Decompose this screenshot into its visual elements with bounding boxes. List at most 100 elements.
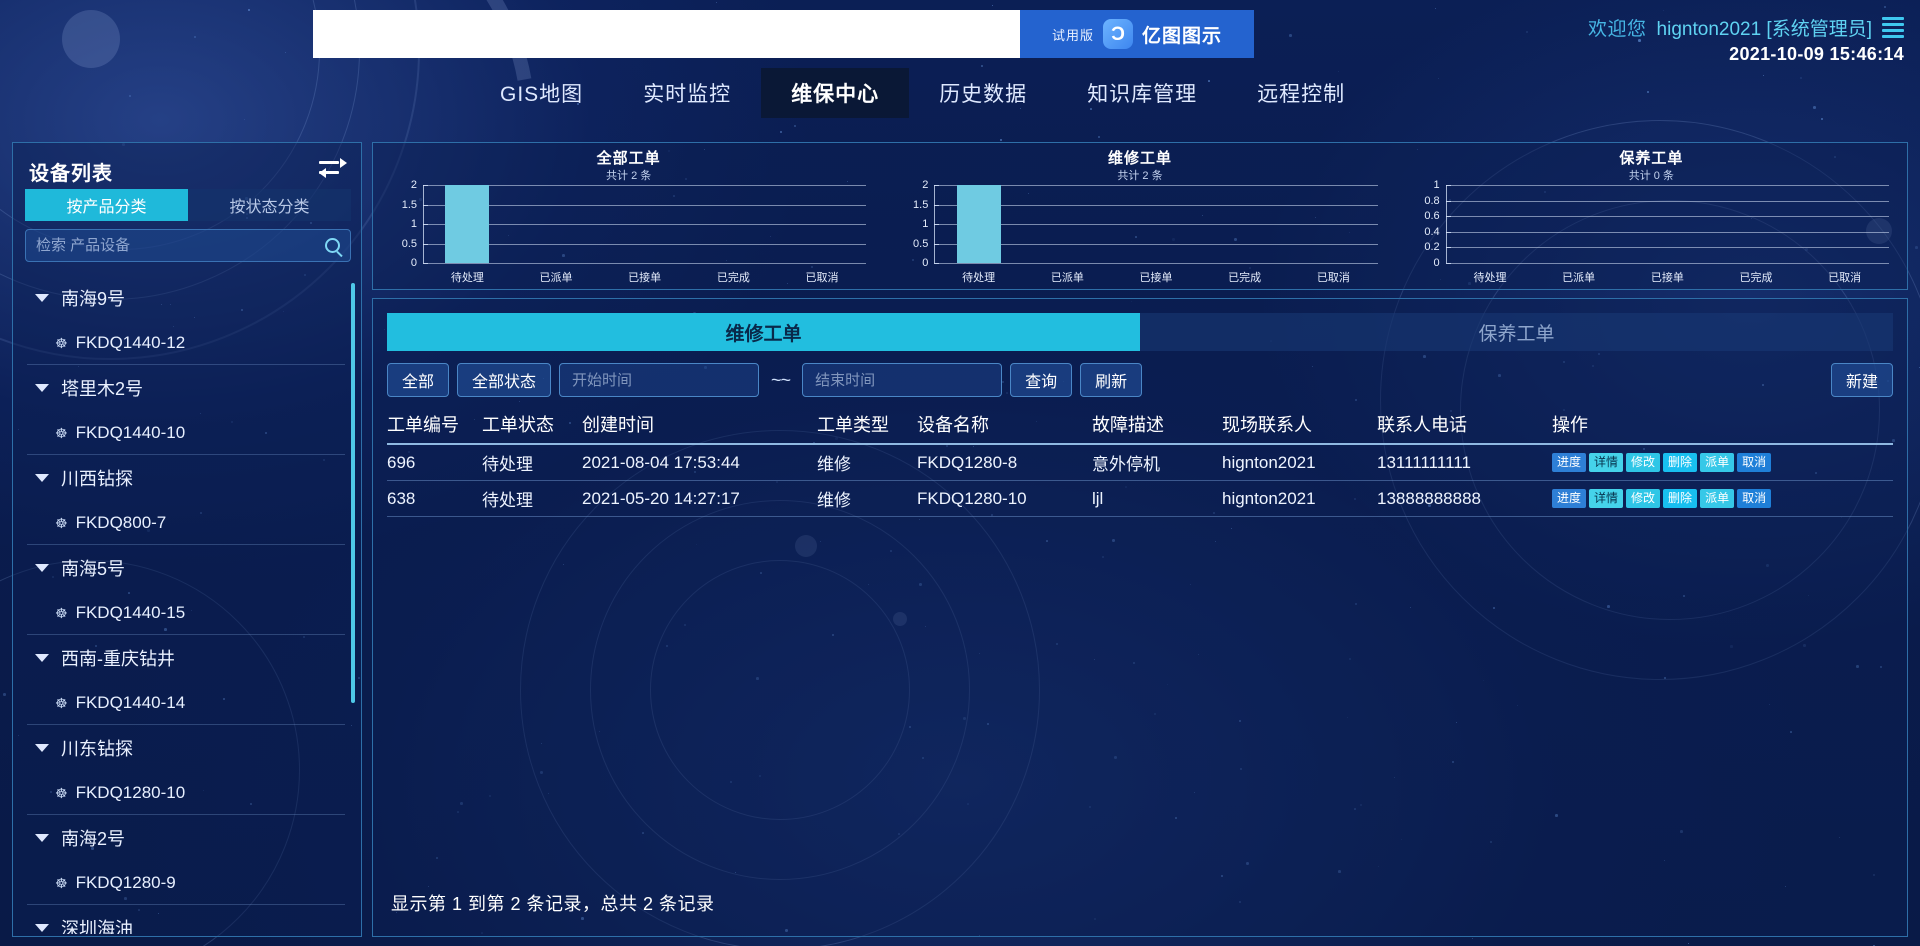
cell-created: 2021-08-04 17:53:44 xyxy=(582,444,817,481)
sidebar-tab-0[interactable]: 按产品分类 xyxy=(25,189,188,221)
chart-bars xyxy=(934,185,1377,263)
chart-x-tick-label: 已派单 xyxy=(1023,269,1112,285)
table-column-header: 创建时间 xyxy=(582,409,817,444)
nav-item-3[interactable]: 历史数据 xyxy=(909,68,1057,118)
action-button-2[interactable]: 修改 xyxy=(1626,489,1660,508)
sidebar-scrollbar[interactable] xyxy=(351,283,355,703)
chart-x-tick-label: 已完成 xyxy=(1200,269,1289,285)
table-column-header: 工单类型 xyxy=(817,409,917,444)
search-icon[interactable] xyxy=(325,238,340,253)
charts-row: 全部工单共计 2 条00.511.52待处理已派单已接单已完成已取消维修工单共计… xyxy=(373,143,1907,289)
device-item[interactable]: ☸FKDQ1440-14 xyxy=(27,681,345,725)
work-order-table: 工单编号工单状态创建时间工单类型设备名称故障描述现场联系人联系人电话操作 696… xyxy=(387,409,1893,517)
device-group-header-3[interactable]: 南海5号 xyxy=(27,545,345,591)
device-item[interactable]: ☸FKDQ1280-9 xyxy=(27,861,345,905)
start-time-input[interactable] xyxy=(572,372,746,389)
row-action-buttons: 进度详情修改删除派单取消 xyxy=(1552,489,1893,508)
device-node-icon: ☸ xyxy=(55,336,68,350)
chart-y-tick-label: 0.5 xyxy=(913,238,934,250)
device-group-header-0[interactable]: 南海9号 xyxy=(27,275,345,321)
device-item[interactable]: ☸FKDQ1440-15 xyxy=(27,591,345,635)
chart-y-tick-label: 1 xyxy=(411,218,423,230)
chart-x-tick-label: 已完成 xyxy=(689,269,778,285)
nav-item-5[interactable]: 远程控制 xyxy=(1227,68,1375,118)
action-button-3[interactable]: 删除 xyxy=(1663,489,1697,508)
table-column-header: 故障描述 xyxy=(1092,409,1222,444)
sidebar-tab-1[interactable]: 按状态分类 xyxy=(188,189,351,221)
device-group-header-2[interactable]: 川西钻探 xyxy=(27,455,345,501)
action-button-1[interactable]: 详情 xyxy=(1589,489,1623,508)
action-button-5[interactable]: 取消 xyxy=(1737,453,1771,472)
datetime-label: 2021-10-09 15:46:14 xyxy=(1588,44,1904,65)
nav-item-2[interactable]: 维保中心 xyxy=(761,68,909,118)
nav-item-1[interactable]: 实时监控 xyxy=(613,68,761,118)
main-nav: GIS地图实时监控维保中心历史数据知识库管理 远程控制 xyxy=(0,68,1920,118)
chart-y-tick-label: 1.5 xyxy=(913,199,934,211)
device-item[interactable]: ☸FKDQ1280-10 xyxy=(27,771,345,815)
action-button-4[interactable]: 派单 xyxy=(1700,489,1734,508)
cell-no: 638 xyxy=(387,481,482,517)
chart-bars xyxy=(1446,185,1889,263)
device-tree: 南海9号☸FKDQ1440-12塔里木2号☸FKDQ1440-10川西钻探☸FK… xyxy=(13,275,361,934)
device-item-label: FKDQ1280-10 xyxy=(76,783,186,803)
device-group-header-7[interactable]: 深圳海油 xyxy=(27,905,345,934)
action-button-0[interactable]: 进度 xyxy=(1552,453,1586,472)
chart-gridline: 0 xyxy=(1446,263,1889,264)
cell-status: 待处理 xyxy=(482,444,582,481)
action-button-2[interactable]: 修改 xyxy=(1626,453,1660,472)
filter-toolbar: 全部 全部状态 ~~ 查询 刷新 xyxy=(387,363,1893,397)
device-group-header-6[interactable]: 南海2号 xyxy=(27,815,345,861)
chart-bar-column xyxy=(1023,185,1112,263)
device-group: 西南-重庆钻井☸FKDQ1440-14 xyxy=(27,635,345,725)
chevron-down-icon xyxy=(35,834,49,842)
search-input[interactable] xyxy=(36,237,325,254)
welcome-label: 欢迎您 xyxy=(1588,14,1647,41)
sidebar-title: 设备列表 xyxy=(29,157,113,186)
chart-y-tick-label: 0 xyxy=(1434,257,1446,269)
end-time-input[interactable] xyxy=(815,372,989,389)
chart-bar-column xyxy=(1623,185,1712,263)
action-button-5[interactable]: 取消 xyxy=(1737,489,1771,508)
record-count-footnote: 显示第 1 到第 2 条记录，总共 2 条记录 xyxy=(391,890,715,916)
filter-all-status-button[interactable]: 全部状态 xyxy=(457,363,551,397)
chart-gridline: 0 xyxy=(423,263,866,264)
chart-x-tick-label: 已取消 xyxy=(778,269,867,285)
nav-item-4[interactable]: 知识库管理 xyxy=(1057,68,1227,118)
nav-item-label: 知识库管理 xyxy=(1087,78,1197,108)
start-time-field[interactable] xyxy=(559,363,759,397)
device-item[interactable]: ☸FKDQ1440-10 xyxy=(27,411,345,455)
device-group: 塔里木2号☸FKDQ1440-10 xyxy=(27,365,345,455)
action-button-4[interactable]: 派单 xyxy=(1700,453,1734,472)
device-item[interactable]: ☸ FKDQ1440-12 xyxy=(27,321,345,365)
action-button-0[interactable]: 进度 xyxy=(1552,489,1586,508)
chart-bar-column xyxy=(1800,185,1889,263)
action-button-3[interactable]: 删除 xyxy=(1663,453,1697,472)
device-group-header-1[interactable]: 塔里木2号 xyxy=(27,365,345,411)
nav-item-label: 远程控制 xyxy=(1257,78,1345,108)
chart-y-tick-label: 2 xyxy=(922,179,934,191)
device-item-label: FKDQ1440-12 xyxy=(76,333,186,353)
refresh-button[interactable]: 刷新 xyxy=(1080,363,1142,397)
row-action-buttons: 进度详情修改删除派单取消 xyxy=(1552,453,1893,472)
action-button-1[interactable]: 详情 xyxy=(1589,453,1623,472)
swap-arrows-icon[interactable] xyxy=(319,157,347,179)
work-order-tab-0[interactable]: 维修工单 xyxy=(387,313,1140,351)
nav-item-0[interactable]: GIS地图 xyxy=(470,68,613,118)
query-button[interactable]: 查询 xyxy=(1010,363,1072,397)
menu-list-icon[interactable] xyxy=(1882,14,1904,41)
table-column-header: 工单状态 xyxy=(482,409,582,444)
chart-bar xyxy=(445,185,489,263)
device-item-label: FKDQ1440-10 xyxy=(76,423,186,443)
device-search-box[interactable] xyxy=(25,229,351,262)
work-order-tab-1[interactable]: 保养工单 xyxy=(1140,313,1893,351)
chart-plot-area: 00.20.40.60.81 xyxy=(1446,185,1889,263)
filter-all-button[interactable]: 全部 xyxy=(387,363,449,397)
end-time-field[interactable] xyxy=(802,363,1002,397)
table-header-row: 工单编号工单状态创建时间工单类型设备名称故障描述现场联系人联系人电话操作 xyxy=(387,409,1893,444)
device-item[interactable]: ☸FKDQ800-7 xyxy=(27,501,345,545)
new-order-button[interactable]: 新建 xyxy=(1831,363,1893,397)
watermark-brand: 亿图图示 xyxy=(1142,21,1222,48)
device-group-header-5[interactable]: 川东钻探 xyxy=(27,725,345,771)
device-node-icon: ☸ xyxy=(55,606,68,620)
device-group-header-4[interactable]: 西南-重庆钻井 xyxy=(27,635,345,681)
